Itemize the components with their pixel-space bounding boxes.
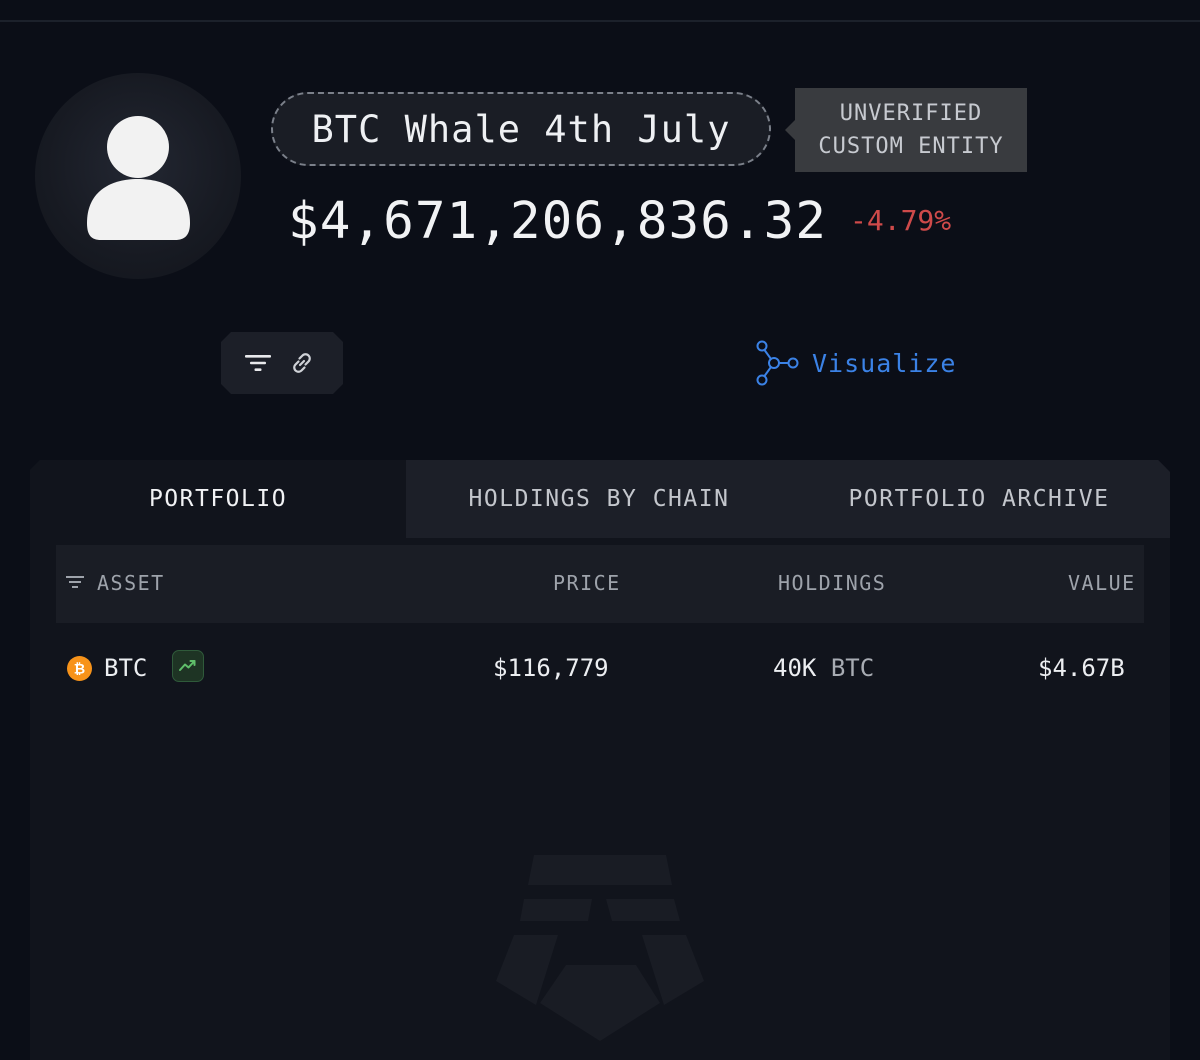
trend-badge[interactable] (172, 650, 204, 682)
sort-icon[interactable] (66, 575, 86, 591)
tab-portfolio-archive[interactable]: PORTFOLIO ARCHIVE (792, 460, 1166, 538)
visualize-button[interactable]: Visualize (754, 340, 956, 386)
table-header: ASSET PRICE HOLDINGS VALUE (56, 545, 1144, 623)
holdings-unit: BTC (830, 654, 875, 682)
column-price[interactable]: PRICE (553, 571, 621, 595)
unverified-tag: UNVERIFIED CUSTOM ENTITY (795, 88, 1027, 172)
tag-line-1: UNVERIFIED (839, 101, 983, 126)
top-divider (0, 20, 1200, 22)
column-value[interactable]: VALUE (1068, 571, 1136, 595)
user-icon (87, 116, 190, 240)
column-holdings[interactable]: HOLDINGS (778, 571, 886, 595)
avatar (35, 73, 241, 279)
asset-price: $116,779 (493, 654, 609, 682)
arkham-logo-icon (496, 855, 704, 1041)
asset-holdings: 40K BTC (773, 654, 874, 682)
asset-symbol[interactable]: BTC (104, 654, 147, 682)
tab-portfolio[interactable]: PORTFOLIO (30, 460, 406, 538)
tab-holdings-by-chain[interactable]: HOLDINGS BY CHAIN (406, 460, 792, 538)
filter-icon[interactable] (243, 348, 273, 378)
link-icon[interactable] (287, 348, 317, 378)
asset-value: $4.67B (1038, 654, 1125, 682)
tag-line-2: CUSTOM ENTITY (818, 134, 1004, 159)
network-graph-icon (756, 340, 799, 386)
tag-pointer (785, 120, 795, 140)
bitcoin-icon: ₿ (67, 656, 92, 681)
visualize-label: Visualize (812, 348, 957, 378)
holdings-amount: 40K (773, 654, 817, 682)
portfolio-panel: PORTFOLIO HOLDINGS BY CHAIN PORTFOLIO AR… (30, 460, 1170, 1060)
table-row[interactable]: ₿ BTC $116,779 40K BTC $4.67B (56, 628, 1144, 708)
total-value: $4,671,206,836.32 (288, 192, 827, 251)
column-asset[interactable]: ASSET (97, 571, 165, 595)
entity-name[interactable]: BTC Whale 4th July (271, 92, 771, 166)
svg-text:₿: ₿ (74, 662, 85, 678)
toolbar (221, 332, 343, 394)
trending-up-icon (179, 660, 196, 671)
value-change: -4.79% (850, 204, 952, 237)
